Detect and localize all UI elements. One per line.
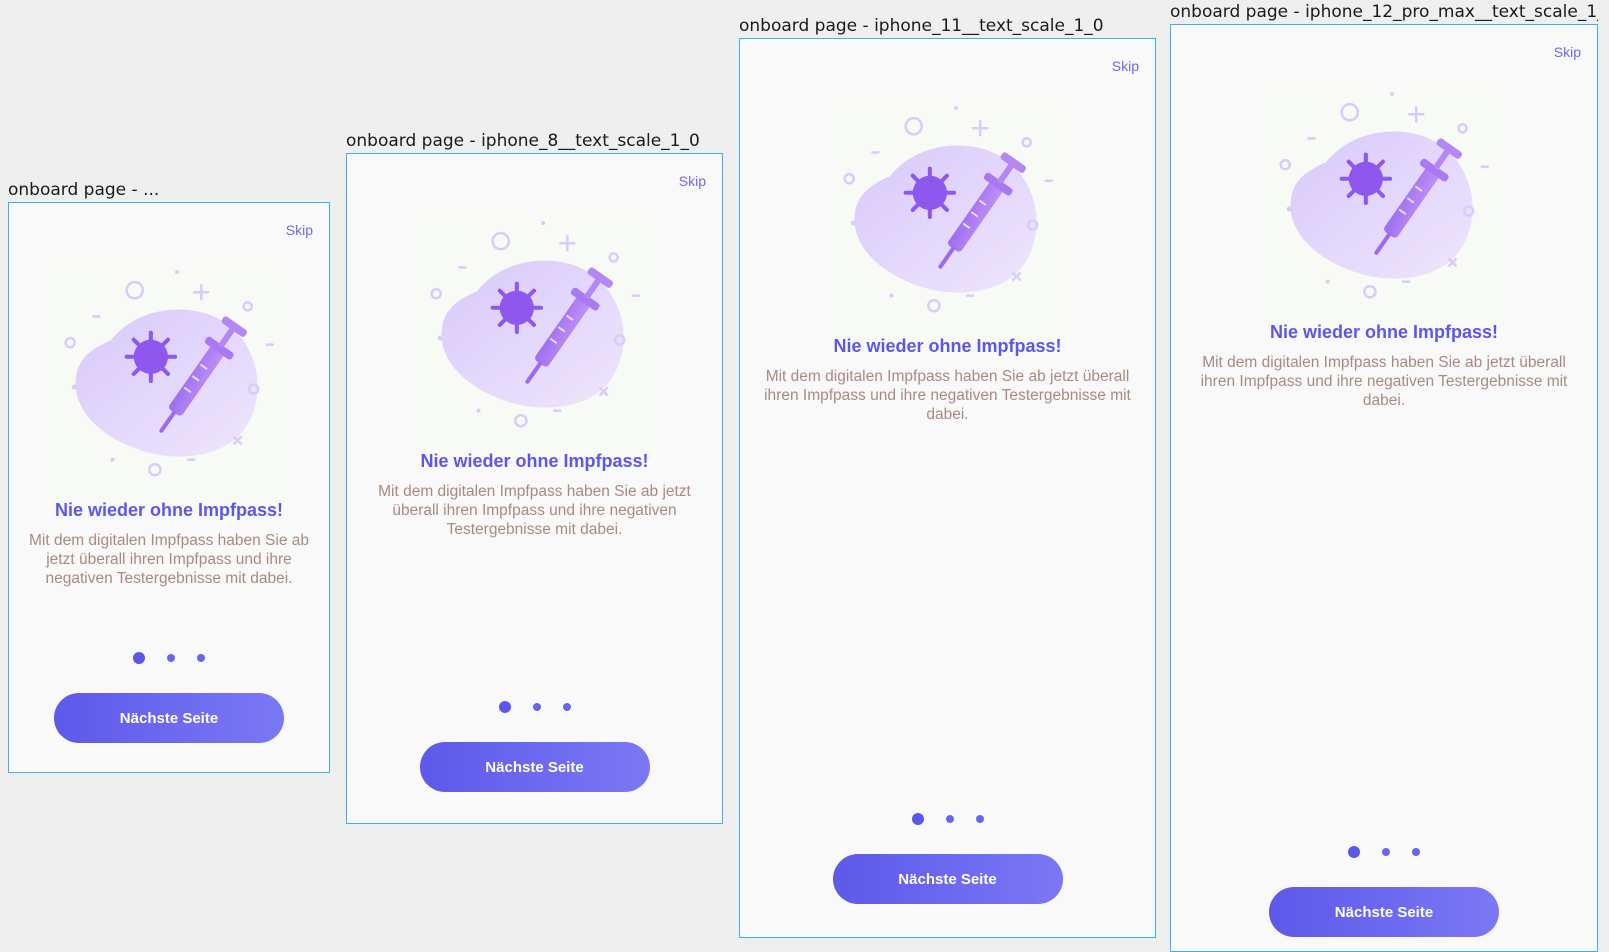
page-description: Mit dem digitalen Impfpass haben Sie ab … — [1200, 354, 1568, 409]
phone-screen: Skip Nie wieder ohne Impfpass! Mit dem d… — [8, 202, 330, 773]
phone-screen: Skip Nie wieder ohne Impfpass! Mit dem d… — [346, 153, 723, 824]
page-description: Mit dem digitalen Impfpass haben Sie ab … — [378, 483, 691, 538]
device-preview-1: onboard page - ... Skip Nie wieder ohne … — [8, 178, 330, 773]
page-dot[interactable] — [197, 654, 205, 662]
device-label: onboard page - iphone_8__text_scale_1_0 — [346, 129, 723, 153]
page-dot[interactable] — [532, 703, 541, 711]
device-preview-2: onboard page - iphone_8__text_scale_1_0 … — [346, 129, 723, 824]
skip-button[interactable]: Skip — [1112, 58, 1139, 74]
page-dot[interactable] — [975, 815, 984, 823]
phone-screen: Skip Nie wieder ohne Impfpass! Mit dem d… — [739, 38, 1156, 938]
page-dot-active[interactable] — [911, 813, 924, 825]
device-label: onboard page - iphone_12_pro_max__text_s… — [1170, 0, 1598, 24]
phone-screen: Skip Nie wieder ohne Impfpass! Mit dem d… — [1170, 24, 1598, 952]
vaccine-illustration-icon — [1263, 84, 1505, 326]
page-title: Nie wieder ohne Impfpass! — [420, 451, 649, 471]
page-dot[interactable] — [945, 815, 954, 823]
page-title: Nie wieder ohne Impfpass! — [1269, 322, 1499, 342]
device-preview-4: onboard page - iphone_12_pro_max__text_s… — [1170, 0, 1598, 952]
page-indicator — [1171, 845, 1597, 859]
next-page-button[interactable]: Nächste Seite — [1269, 887, 1499, 937]
vaccine-illustration-icon — [48, 262, 290, 504]
skip-button[interactable]: Skip — [679, 173, 706, 189]
page-dot-active[interactable] — [1348, 846, 1360, 858]
page-indicator — [347, 700, 722, 714]
page-dot-active[interactable] — [133, 652, 145, 664]
skip-button[interactable]: Skip — [286, 222, 313, 238]
next-page-button[interactable]: Nächste Seite — [832, 854, 1063, 904]
page-indicator — [9, 651, 329, 665]
page-title: Nie wieder ohne Impfpass! — [54, 500, 284, 520]
page-dot-active[interactable] — [498, 701, 511, 713]
page-title: Nie wieder ohne Impfpass! — [833, 336, 1062, 356]
skip-button[interactable]: Skip — [1554, 44, 1581, 60]
page-indicator — [740, 812, 1155, 826]
next-page-button[interactable]: Nächste Seite — [54, 693, 284, 743]
vaccine-illustration-icon — [826, 98, 1069, 340]
page-dot[interactable] — [167, 654, 175, 662]
page-dot[interactable] — [1382, 848, 1390, 856]
page-description: Mit dem digitalen Impfpass haben Sie ab … — [764, 368, 1131, 423]
next-page-button[interactable]: Nächste Seite — [419, 742, 650, 792]
device-label: onboard page - ... — [8, 178, 330, 202]
device-preview-3: onboard page - iphone_11__text_scale_1_0… — [739, 14, 1156, 938]
vaccine-illustration-icon — [413, 213, 656, 455]
page-dot[interactable] — [562, 703, 571, 711]
page-description: Mit dem digitalen Impfpass haben Sie ab … — [28, 532, 310, 587]
device-label: onboard page - iphone_11__text_scale_1_0 — [739, 14, 1156, 38]
page-dot[interactable] — [1412, 848, 1420, 856]
